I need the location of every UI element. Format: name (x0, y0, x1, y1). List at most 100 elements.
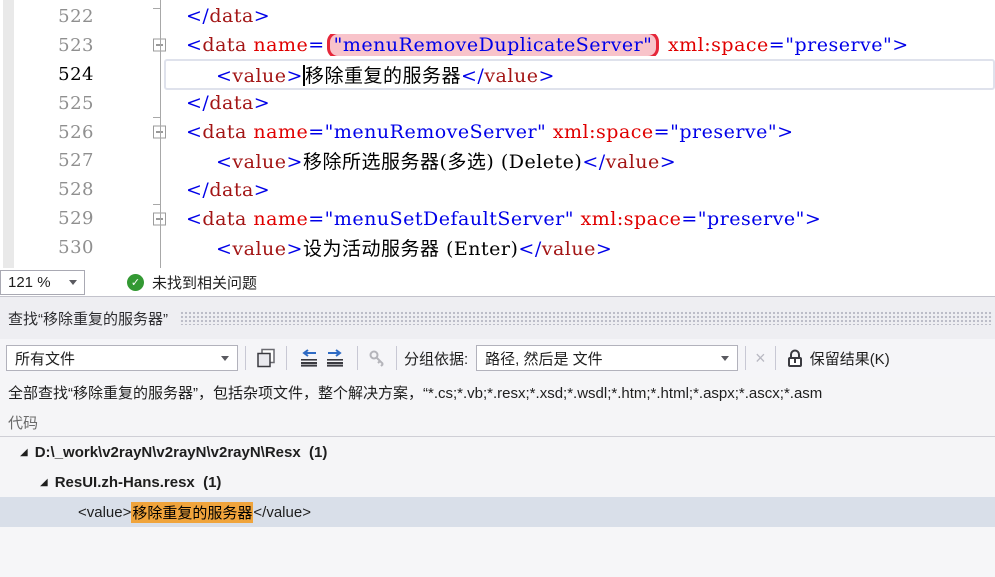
code-line[interactable]: 525</data> (0, 89, 995, 118)
line-number: 529 (0, 208, 106, 229)
code-segment: = (308, 121, 324, 143)
code-segment: = (308, 208, 324, 230)
tree-row-folder[interactable]: ◢D:\_work\v2rayN\v2rayN\v2rayN\Resx (1) (0, 437, 995, 467)
close-search-button[interactable]: × (753, 347, 768, 369)
previous-arrow-icon (296, 349, 320, 367)
code-segment: "menuRemoveServer" (325, 121, 547, 143)
line-number: 522 (0, 6, 106, 27)
code-segment: < (216, 151, 232, 173)
zoom-level-value: 121 % (8, 274, 51, 291)
code-segment: value (232, 151, 286, 173)
code-segment: value (232, 238, 286, 260)
fold-margin (106, 204, 166, 233)
code-segment: < (216, 65, 232, 87)
find-summary: 全部查找“移除重复的服务器”，包括杂项文件，整个解决方案，“*.cs;*.vb;… (0, 377, 995, 407)
code-segment: name (253, 121, 308, 143)
code-segment: > (660, 151, 676, 173)
fold-margin (106, 175, 166, 204)
chevron-down-icon (721, 356, 729, 361)
line-number: 524 (0, 64, 106, 85)
line-number: 523 (0, 35, 106, 56)
code-text: <value>移除所选服务器(多选) (Delete)</value> (166, 147, 995, 174)
code-text: <data name="menuSetDefaultServer" xml:sp… (166, 208, 995, 230)
code-line[interactable]: 531</data> (0, 262, 995, 268)
code-column-header[interactable]: 代码 (0, 407, 995, 437)
code-line[interactable]: 523<data name="menuRemoveDuplicateServer… (0, 31, 995, 60)
modify-search-button[interactable] (365, 347, 389, 369)
fold-margin (106, 2, 166, 31)
code-line[interactable]: 528</data> (0, 175, 995, 204)
scope-filter-value: 所有文件 (15, 348, 75, 369)
code-segment: data (209, 179, 253, 201)
toolbar-separator (286, 346, 287, 370)
next-arrow-icon (324, 349, 348, 367)
line-number: 526 (0, 122, 106, 143)
group-by-label: 分组依据: (404, 348, 468, 369)
code-segment: </ (186, 265, 209, 268)
match-highlight: 移除重复的服务器 (131, 502, 253, 523)
code-segment: </ (186, 5, 209, 27)
code-segment: </ (518, 238, 541, 260)
code-segment: < (186, 34, 202, 56)
close-icon: × (755, 349, 766, 367)
code-segment: xml:space (553, 121, 654, 143)
code-line[interactable]: 527<value>移除所选服务器(多选) (Delete)</value> (0, 146, 995, 175)
code-segment: > (254, 92, 270, 114)
code-text: <data name="menuRemoveServer" xml:space=… (166, 121, 995, 143)
fold-margin (106, 60, 166, 89)
expand-arrow-icon[interactable]: ◢ (40, 477, 48, 488)
code-segment: > (254, 265, 270, 268)
code-line[interactable]: 529 <data name="menuSetDefaultServer" xml… (0, 204, 995, 233)
code-segment: 设为活动服务器 (Enter) (303, 238, 518, 260)
code-segment: > (892, 34, 908, 56)
code-line[interactable]: 526 <data name="menuRemoveServer" xml:spa… (0, 118, 995, 147)
code-text: </data> (166, 179, 995, 201)
code-segment: "preserve" (670, 121, 777, 143)
code-segment: < (186, 208, 202, 230)
code-editor[interactable]: 522</data>523<data name="menuRemoveDupli… (0, 0, 995, 268)
fold-end-tick (153, 117, 160, 118)
code-segment: data (202, 208, 246, 230)
keep-results-toggle[interactable]: 保留结果(K) (783, 346, 894, 371)
code-text: <value>移除重复的服务器</value> (166, 61, 995, 88)
chevron-down-icon (69, 280, 77, 285)
result-count: (1) (309, 444, 327, 461)
next-result-button[interactable] (322, 347, 350, 369)
tree-row-result[interactable]: <value>移除重复的服务器</value> (0, 497, 995, 527)
previous-result-button[interactable] (294, 347, 322, 369)
annotation-ring: "menuRemoveDuplicateServer" (327, 34, 660, 56)
code-segment: > (287, 65, 303, 87)
document-health-indicator[interactable]: ✓ 未找到相关问题 (127, 272, 257, 293)
zoom-level-dropdown[interactable]: 121 % (0, 270, 85, 295)
code-segment: 移除所选服务器(多选) (Delete) (303, 151, 582, 173)
result-text: <value> (78, 504, 131, 521)
code-line[interactable]: 530<value>设为活动服务器 (Enter)</value> (0, 233, 995, 262)
toolbar-separator (775, 346, 776, 370)
expand-arrow-icon[interactable]: ◢ (20, 447, 28, 458)
code-segment: < (216, 238, 232, 260)
toolbar-separator (745, 346, 746, 370)
code-segment: > (596, 238, 612, 260)
code-line[interactable]: 524 <value>移除重复的服务器</value> (0, 60, 995, 89)
code-segment: xml:space (668, 34, 769, 56)
fold-margin (106, 146, 166, 175)
group-by-dropdown[interactable]: 路径, 然后是 文件 (476, 345, 738, 371)
result-count: (1) (203, 474, 221, 491)
code-segment: data (202, 34, 246, 56)
code-segment: data (202, 121, 246, 143)
copy-results-button[interactable] (253, 346, 279, 370)
line-number: 527 (0, 150, 106, 171)
code-segment: = (654, 121, 670, 143)
code-segment: "preserve" (698, 208, 805, 230)
code-line[interactable]: 522</data> (0, 2, 995, 31)
toolbar-separator (357, 346, 358, 370)
result-text: </value> (253, 504, 311, 521)
check-circle-icon: ✓ (127, 274, 144, 291)
scope-filter-dropdown[interactable]: 所有文件 (6, 345, 238, 371)
code-segment: value (542, 238, 596, 260)
fold-margin (106, 118, 166, 147)
find-results-title-bar: 查找“移除重复的服务器” (0, 297, 995, 339)
tree-row-file[interactable]: ◢ResUI.zh-Hans.resx (1) (0, 467, 995, 497)
code-segment: </ (186, 179, 209, 201)
code-segment: value (232, 65, 286, 87)
